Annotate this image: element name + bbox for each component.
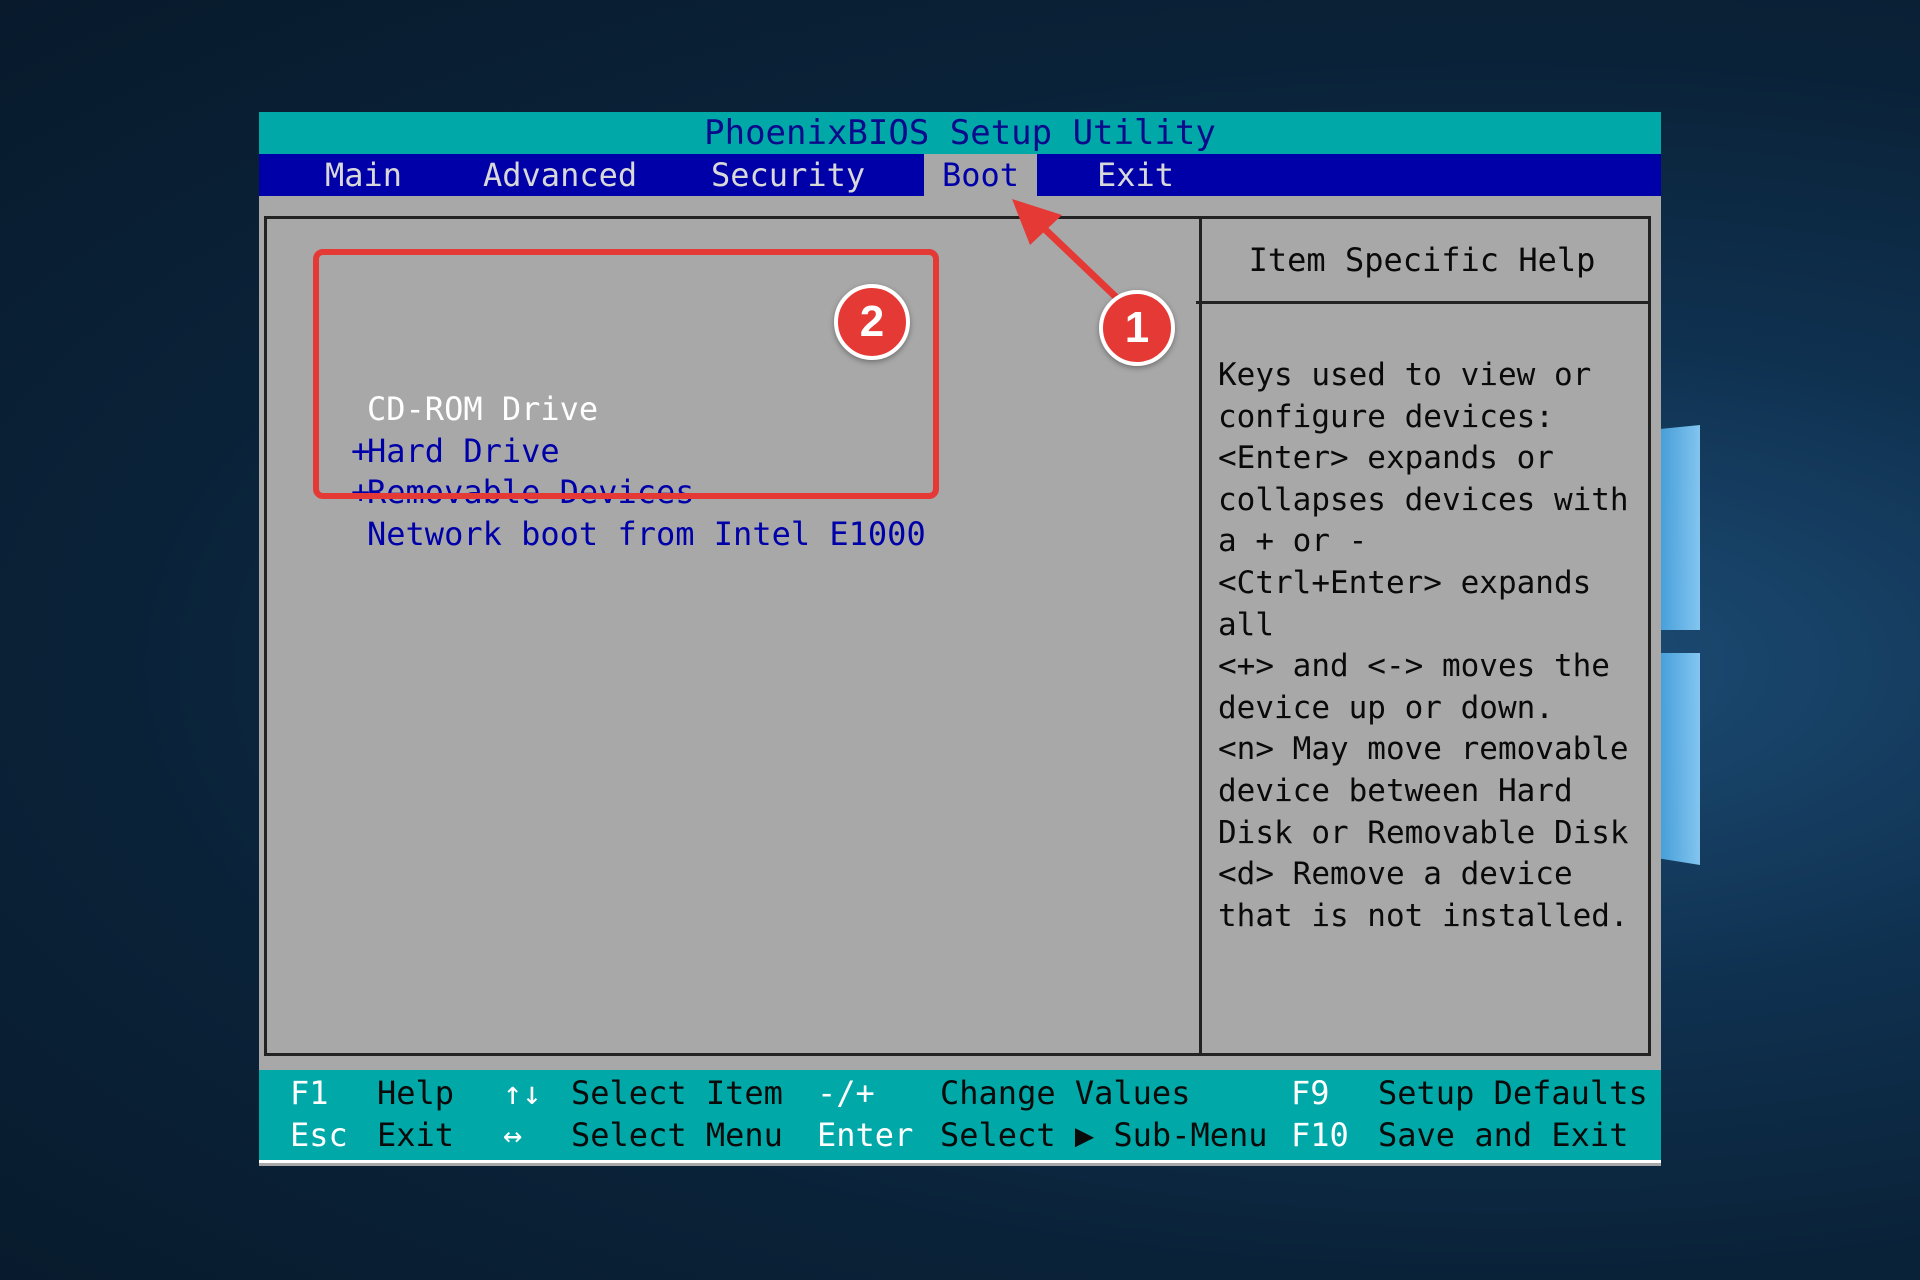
- key-left-right: ↔: [503, 1116, 523, 1154]
- tab-exit[interactable]: Exit: [1097, 154, 1174, 196]
- tab-security[interactable]: Security: [711, 154, 865, 196]
- boot-list-highlight-box: [313, 249, 939, 499]
- key-up-down-desc: Select Item: [571, 1074, 783, 1112]
- annotation-badge-1: 1: [1099, 290, 1175, 366]
- help-line: configure devices:: [1218, 398, 1554, 435]
- help-line: a + or -: [1218, 523, 1368, 560]
- key-up-down: ↑↓: [503, 1074, 542, 1112]
- tab-main[interactable]: Main: [325, 154, 402, 196]
- key-f1: F1: [290, 1074, 329, 1112]
- help-line: Keys used to view or: [1218, 357, 1592, 393]
- key-minus-plus-desc: Change Values: [940, 1074, 1191, 1112]
- key-f9: F9: [1291, 1074, 1330, 1112]
- help-line: device between Hard: [1218, 772, 1573, 809]
- menu-bar: Main Advanced Security Boot Exit: [259, 154, 1661, 196]
- key-f10-desc: Save and Exit: [1378, 1116, 1629, 1154]
- key-f9-desc: Setup Defaults: [1378, 1074, 1648, 1112]
- key-enter-desc: Select ▶ Sub-Menu: [940, 1116, 1268, 1154]
- windows-logo-background: [1650, 425, 1700, 865]
- key-esc-desc: Exit: [377, 1116, 455, 1154]
- annotation-badge-2: 2: [834, 284, 910, 360]
- key-left-right-desc: Select Menu: [571, 1116, 783, 1154]
- help-line: all: [1218, 606, 1274, 643]
- key-enter: Enter: [817, 1116, 914, 1154]
- key-legend-bar: F1 Help ↑↓ Select Item -/+ Change Values…: [259, 1070, 1661, 1163]
- help-panel: Item Specific Help Keys used to view or …: [1196, 216, 1651, 1056]
- help-line: device up or down.: [1218, 689, 1554, 726]
- help-title: Item Specific Help: [1196, 219, 1648, 304]
- help-line: collapses devices with: [1218, 481, 1629, 518]
- help-line: <+> and <-> moves the: [1218, 648, 1610, 685]
- key-f1-desc: Help: [377, 1074, 455, 1112]
- tab-boot[interactable]: Boot: [924, 154, 1038, 196]
- tab-advanced[interactable]: Advanced: [483, 154, 637, 196]
- help-text: Keys used to view or configure devices: …: [1218, 355, 1638, 937]
- help-line: <n> May move removable: [1218, 731, 1629, 768]
- help-line: Disk or Removable Disk: [1218, 814, 1629, 851]
- key-esc: Esc: [290, 1116, 348, 1154]
- boot-item-network[interactable]: Network boot from Intel E1000: [367, 514, 926, 556]
- key-minus-plus: -/+: [817, 1074, 875, 1112]
- help-line: that is not installed.: [1218, 897, 1629, 934]
- key-f10: F10: [1291, 1116, 1349, 1154]
- help-line: <d> Remove a device: [1218, 856, 1573, 893]
- bios-title: PhoenixBIOS Setup Utility: [259, 112, 1661, 154]
- help-line: <Enter> expands or: [1218, 440, 1554, 477]
- help-line: <Ctrl+Enter> expands: [1218, 564, 1592, 601]
